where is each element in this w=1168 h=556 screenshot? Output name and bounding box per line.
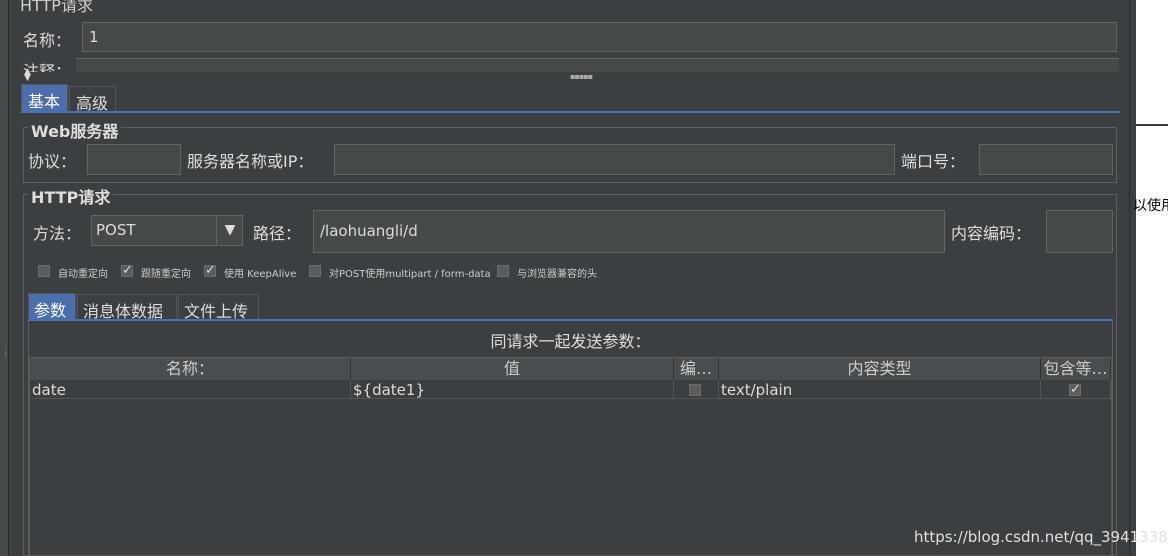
column-header-content-type[interactable]: 内容类型 [719, 358, 1041, 380]
column-header-name[interactable]: 名称： [30, 358, 351, 380]
keepalive-checkbox[interactable]: ✓ [204, 263, 216, 278]
port-label: 端口号： [901, 152, 966, 171]
keepalive-label: 使用 KeepAlive [224, 269, 297, 280]
encoding-label: 内容编码： [951, 224, 1032, 243]
method-label: 方法： [33, 224, 82, 243]
protocol-label: 协议： [28, 152, 77, 171]
dropdown-arrow-icon[interactable]: ▼ [216, 216, 243, 245]
auto-redirect-checkbox[interactable] [38, 265, 50, 277]
follow-redirect-label: 跟随重定向 [141, 269, 191, 280]
splitter-grip-icon[interactable]: ▪▪▪▪▪ [570, 72, 593, 81]
tab-parameters[interactable]: 参数 [28, 293, 76, 320]
tab-files-upload[interactable]: 文件上传 [178, 294, 259, 321]
http-request-group-title: HTTP请求 [28, 184, 114, 208]
server-label: 服务器名称或IP： [187, 152, 314, 171]
background-window-lower [1136, 126, 1168, 556]
right-divider [1129, 0, 1130, 556]
encode-checkbox[interactable] [689, 384, 701, 396]
background-window [1136, 0, 1168, 124]
table-cell-content-type[interactable]: text/plain [719, 381, 1041, 399]
multipart-label: 对POST使用multipart / form-data [329, 269, 491, 280]
parameters-caption: 同请求一起发送参数： [490, 332, 651, 351]
method-select-value: POST [96, 221, 136, 239]
check-icon: ✓ [1070, 382, 1081, 397]
browser-headers-checkbox[interactable] [497, 265, 509, 277]
protocol-input[interactable] [87, 144, 181, 175]
encoding-input[interactable] [1046, 210, 1113, 253]
name-label: 名称： [23, 31, 72, 50]
check-icon: ✓ [122, 263, 133, 278]
path-label: 路径： [253, 224, 302, 243]
table-cell-include-equals[interactable]: ✓ [1041, 381, 1111, 399]
sampler-title: HTTP请求 [20, 0, 93, 15]
table-cell-encode[interactable] [674, 381, 719, 399]
column-header-encode[interactable]: 编… [674, 358, 719, 380]
auto-redirect-label: 自动重定向 [58, 269, 108, 280]
port-input[interactable] [979, 144, 1113, 175]
check-icon: ✓ [205, 263, 216, 278]
tab-underline [21, 111, 1120, 113]
tab-basic[interactable]: 基本 [21, 84, 68, 112]
web-server-group-title: Web服务器 [28, 118, 122, 142]
comment-input[interactable] [76, 58, 1119, 73]
tab-advanced[interactable]: 高级 [69, 86, 116, 113]
browser-headers-label: 与浏览器兼容的头 [517, 269, 597, 280]
watermark: https://blog.csdn.net/qq_39413385 [914, 528, 1168, 546]
include-equals-checkbox[interactable]: ✓ [1069, 382, 1081, 397]
split-grip-icon[interactable]: ⋮ ⋮ [1, 347, 10, 364]
background-window-text: 以使用 [1133, 198, 1168, 214]
method-select[interactable]: POST ▼ [91, 215, 243, 246]
tab-body-data[interactable]: 消息体数据 [77, 294, 177, 321]
table-cell-value[interactable]: ${date1} [351, 381, 674, 399]
column-header-include-equals[interactable]: 包含等… [1041, 358, 1111, 380]
server-input[interactable] [334, 144, 895, 175]
left-gutter [0, 0, 9, 556]
column-header-value[interactable]: 值 [351, 358, 674, 380]
table-cell-name[interactable]: date [30, 381, 351, 399]
name-input[interactable]: 1 [82, 22, 1117, 52]
multipart-checkbox[interactable] [309, 265, 321, 277]
follow-redirect-checkbox[interactable]: ✓ [121, 263, 133, 278]
collapse-arrows-icon[interactable]: ▲ ▼ [24, 68, 31, 83]
path-input[interactable]: /laohuangli/d [313, 210, 945, 253]
